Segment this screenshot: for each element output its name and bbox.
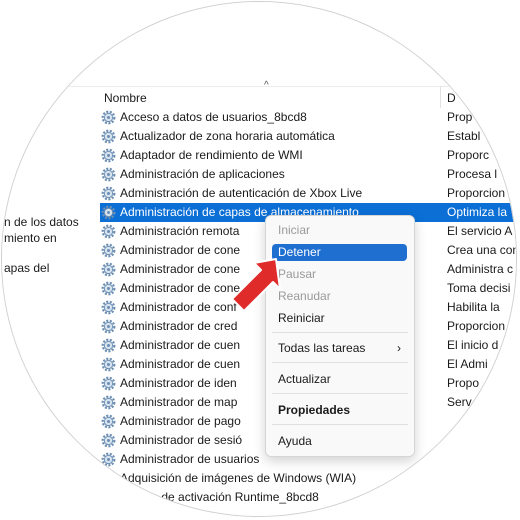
gear-icon (101, 376, 116, 391)
chevron-right-icon: › (397, 341, 401, 355)
service-description: Proporcion (447, 319, 506, 333)
service-row[interactable]: Agente de activación Runtime_8bcd8 (100, 488, 516, 507)
service-name: Administrador de iden (120, 376, 237, 390)
service-row[interactable]: Administración de aplicaciones Procesa l (100, 165, 516, 184)
circular-frame: ^ Nombre D n de los datos miento en apas… (2, 2, 516, 516)
description-panel-line-3: apas del (4, 261, 50, 275)
menu-item-properties[interactable]: Propiedades (272, 402, 407, 419)
menu-item-restart[interactable]: Reiniciar (272, 310, 407, 327)
service-name: Adquisición de imágenes de Windows (WIA) (120, 471, 357, 485)
service-name: Administrador de usuarios (120, 452, 260, 466)
service-name: Administración de autenticación de Xbox … (120, 186, 363, 200)
service-name: Actualizador de zona horaria automática (120, 129, 335, 143)
menu-separator (272, 362, 408, 363)
gear-icon (101, 300, 116, 315)
service-name: Administración de aplicaciones (120, 167, 285, 181)
service-name: Administrador de cuen (120, 338, 241, 352)
service-row[interactable]: Actualizador de zona horaria automática E… (100, 127, 516, 146)
service-description: Procesa l (447, 167, 498, 181)
menu-item-help[interactable]: Ayuda (272, 433, 407, 450)
gear-icon (101, 338, 116, 353)
service-description: Proporcion (447, 186, 506, 200)
gear-icon (101, 414, 116, 429)
service-description: Administra c (447, 262, 514, 276)
pointer-arrow-icon (231, 258, 281, 312)
gear-icon (101, 471, 116, 486)
description-panel-line-1: n de los datos (4, 215, 79, 229)
service-name: Administrador de cone (120, 243, 241, 257)
service-name: Administrador de conf (120, 300, 237, 314)
service-name: Administración remota (120, 224, 240, 238)
gear-icon (101, 129, 116, 144)
service-description: Crea una con (447, 243, 516, 257)
gear-icon (101, 281, 116, 296)
service-name: Adaptador de rendimiento de WMI (120, 148, 303, 162)
service-description: Prop (447, 110, 473, 124)
service-row[interactable]: Administración de autenticación de Xbox … (100, 184, 516, 203)
gear-icon (101, 148, 116, 163)
service-description: Serv (447, 395, 472, 409)
service-description: Toma decisi (447, 281, 511, 295)
service-description: El inicio d (447, 338, 499, 352)
service-description: Habilita la (447, 300, 500, 314)
service-description: El Admi (447, 357, 488, 371)
service-name: Administrador de pago (120, 414, 241, 428)
gear-icon (101, 262, 116, 277)
menu-item-all-tasks[interactable]: Todas las tareas › (272, 340, 407, 357)
gear-icon (101, 243, 116, 258)
menu-item-start: Iniciar (278, 223, 311, 237)
description-panel-line-2: miento en (4, 231, 57, 245)
menu-item-refresh[interactable]: Actualizar (272, 371, 407, 388)
gear-icon (101, 395, 116, 410)
menu-item-pause: Pausar (278, 267, 317, 281)
service-row[interactable]: Adaptador de rendimiento de WMI Proporc (100, 146, 516, 165)
service-name: Agente de activación Runtime_8bcd8 (120, 490, 319, 504)
service-description: Proporc (447, 148, 490, 162)
column-header-name[interactable]: Nombre (104, 91, 147, 105)
gear-icon (101, 110, 116, 125)
service-row[interactable]: Adquisición de imágenes de Windows (WIA) (100, 469, 516, 488)
gear-icon (101, 357, 116, 372)
menu-separator (272, 424, 408, 425)
gear-icon (101, 167, 116, 182)
gear-icon (101, 205, 116, 220)
service-name: Administrador de sesió (120, 433, 243, 447)
header-divider (2, 86, 516, 87)
gear-icon (101, 224, 116, 239)
menu-separator (272, 393, 408, 394)
service-description: Optimiza la (447, 205, 508, 219)
context-menu: Iniciar Detener Pausar Reanudar Reinicia… (265, 215, 415, 457)
service-name: Acceso a datos de usuarios_8bcd8 (120, 110, 307, 124)
service-description: Establ (447, 129, 481, 143)
service-description: Propo (447, 376, 480, 390)
menu-separator (272, 332, 408, 333)
column-header-description[interactable]: D (447, 91, 456, 105)
service-name: Administrador de cuen (120, 357, 241, 371)
service-description: El servicio A (447, 224, 513, 238)
gear-icon (101, 186, 116, 201)
services-window: ^ Nombre D n de los datos miento en apas… (2, 2, 516, 516)
gear-icon (101, 319, 116, 334)
service-name: Administrador de cred (120, 319, 238, 333)
gear-icon (101, 433, 116, 448)
service-name: Administrador de map (120, 395, 238, 409)
gear-icon (101, 452, 116, 467)
menu-item-resume: Reanudar (278, 289, 331, 303)
menu-item-stop[interactable]: Detener (272, 244, 407, 261)
service-row[interactable]: Acceso a datos de usuarios_8bcd8 Prop (100, 108, 516, 127)
service-name: Administrador de cone (120, 281, 241, 295)
column-separator[interactable] (440, 86, 441, 108)
gear-icon (101, 490, 116, 505)
service-name: Administrador de cone (120, 262, 241, 276)
